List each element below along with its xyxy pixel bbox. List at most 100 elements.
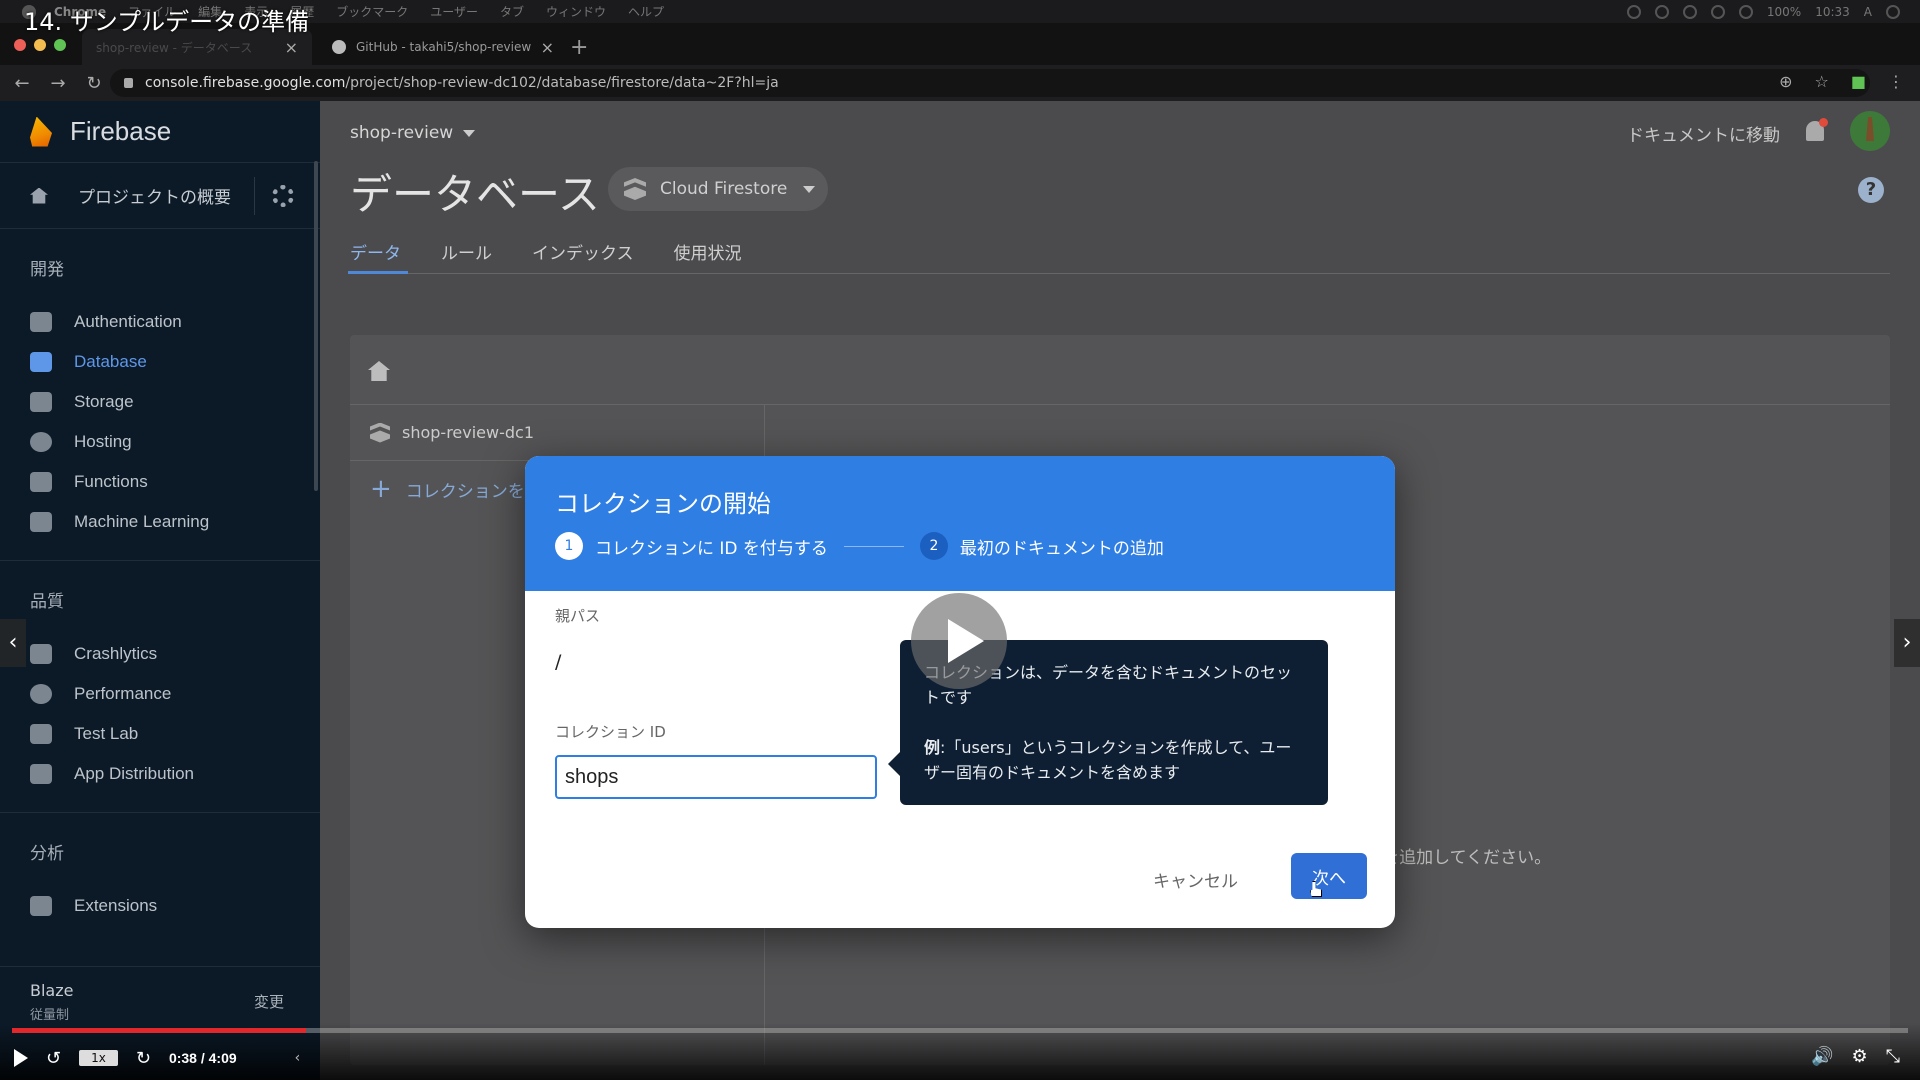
sidebar-item-hosting[interactable]: Hosting <box>0 422 320 462</box>
sidebar-item-crashlytics[interactable]: Crashlytics <box>0 634 320 674</box>
tab-rules[interactable]: ルール <box>441 239 492 264</box>
firebase-sidebar: Firebase プロジェクトの概要 開発 Authentication Dat… <box>0 101 320 1080</box>
next-button[interactable]: 次へ <box>1291 853 1367 899</box>
address-bar-actions: ⊕ ☆ ■ ⋮ <box>1779 72 1904 91</box>
collection-root-label: shop-review-dc1 <box>402 423 535 442</box>
puzzle-icon <box>30 896 52 916</box>
forward-nav-icon[interactable]: → <box>44 73 72 94</box>
sidebar-item-performance[interactable]: Performance <box>0 674 320 714</box>
new-tab-button[interactable]: + <box>570 35 588 60</box>
input-source[interactable]: A <box>1864 5 1872 19</box>
project-overview[interactable]: プロジェクトの概要 <box>0 163 320 229</box>
users-icon <box>30 312 52 332</box>
divider <box>0 812 320 813</box>
tab-data[interactable]: データ <box>350 239 401 264</box>
collection-root-row[interactable]: shop-review-dc1 <box>350 405 764 461</box>
clock[interactable]: 10:33 <box>1815 5 1850 19</box>
tab-usage[interactable]: 使用状況 <box>674 239 742 264</box>
tab-label: GitHub - takahi5/shop-review <box>356 40 532 54</box>
tab-close-icon[interactable]: × <box>541 38 554 57</box>
chevron-right-icon[interactable]: › <box>1894 619 1920 667</box>
back-icon[interactable]: ← <box>8 73 36 94</box>
sidebar-item-database[interactable]: Database <box>0 342 320 382</box>
add-collection-label: コレクションを <box>405 481 525 502</box>
play-icon[interactable] <box>14 1049 28 1067</box>
gear-icon[interactable] <box>272 185 294 207</box>
video-time: 0:38 / 4:09 <box>168 1050 237 1066</box>
tab-close-icon[interactable]: × <box>285 38 298 57</box>
wifi-icon[interactable] <box>1710 4 1725 19</box>
sidebar-item-functions[interactable]: Functions <box>0 462 320 502</box>
project-selector[interactable]: shop-review <box>350 123 476 143</box>
sidebar-item-label: Machine Learning <box>74 512 210 531</box>
menu-item-tab[interactable]: タブ <box>500 3 524 20</box>
rewind-icon[interactable]: ↺ <box>46 1048 61 1069</box>
chevron-left-icon[interactable]: ‹ <box>295 1050 301 1066</box>
chevron-left-icon[interactable]: ‹ <box>0 619 26 667</box>
home-icon[interactable] <box>368 361 390 381</box>
menu-item-window[interactable]: ウィンドウ <box>546 3 606 20</box>
breadcrumb <box>350 335 1890 405</box>
volume-status-icon[interactable] <box>1738 4 1753 19</box>
sidebar-item-label: Performance <box>74 684 172 703</box>
collection-id-input[interactable] <box>555 755 877 799</box>
record-icon[interactable] <box>1626 4 1641 19</box>
step-label: 最初のドキュメントの追加 <box>959 538 1164 559</box>
bookmark-star-icon[interactable]: ☆ <box>1815 72 1829 91</box>
video-progress-bar[interactable] <box>12 1028 1908 1033</box>
cloud-icon[interactable] <box>1654 4 1669 19</box>
sidebar-item-test-lab[interactable]: Test Lab <box>0 714 320 754</box>
sidebar-item-machine-learning[interactable]: Machine Learning <box>0 502 320 542</box>
address-bar[interactable]: console.firebase.google.com /project/sho… <box>110 69 1870 97</box>
sidebar-item-storage[interactable]: Storage <box>0 382 320 422</box>
lock-icon <box>124 78 133 88</box>
database-type-select[interactable]: Cloud Firestore <box>608 167 828 211</box>
playback-speed-button[interactable]: 1x <box>79 1050 118 1066</box>
close-window-icon[interactable] <box>14 39 26 51</box>
menu-item-user[interactable]: ユーザー <box>430 3 478 20</box>
more-menu-icon[interactable]: ⋮ <box>1888 72 1904 91</box>
menu-item-bookmarks[interactable]: ブックマーク <box>336 3 408 20</box>
search-icon[interactable] <box>1886 4 1900 19</box>
tab-github[interactable]: GitHub - takahi5/shop-review × <box>318 29 568 65</box>
sidebar-item-authentication[interactable]: Authentication <box>0 302 320 342</box>
sidebar-item-label: Database <box>74 352 147 371</box>
menu-item-help[interactable]: ヘルプ <box>628 3 664 20</box>
docker-icon[interactable] <box>1682 4 1697 19</box>
tab-indexes[interactable]: インデックス <box>532 239 634 264</box>
change-plan-link[interactable]: 変更 <box>254 991 284 1012</box>
tabs-divider <box>348 273 1890 274</box>
zoom-window-icon[interactable] <box>54 39 66 51</box>
start-collection-dialog: コレクションの開始 1 コレクションに ID を付与する 2 最初のドキュメント… <box>525 456 1395 928</box>
url-host: console.firebase.google.com <box>145 75 346 91</box>
gear-icon[interactable]: ⚙ <box>1851 1046 1867 1067</box>
reload-icon[interactable]: ↻ <box>80 73 108 94</box>
sidebar-header[interactable]: Firebase <box>0 101 320 163</box>
notification-dot <box>1819 118 1828 127</box>
extension-icon[interactable]: ■ <box>1851 72 1866 91</box>
compress-icon[interactable]: ⤡ <box>1886 1046 1900 1067</box>
sidebar-scrollbar[interactable] <box>314 161 318 491</box>
video-play-overlay-icon[interactable] <box>911 593 1007 689</box>
sidebar-item-label: Extensions <box>74 896 158 915</box>
step-number: 2 <box>919 532 948 560</box>
sidebar-item-app-distribution[interactable]: App Distribution <box>0 754 320 794</box>
sidebar-item-extensions[interactable]: Extensions <box>0 886 320 926</box>
firestore-icon <box>370 422 390 443</box>
forward-icon[interactable]: ↻ <box>136 1048 151 1069</box>
avatar[interactable] <box>1850 111 1890 151</box>
address-row: ← → ↻ console.firebase.google.com /proje… <box>0 65 1920 101</box>
sidebar-item-label: Storage <box>74 392 134 411</box>
brand-name: Firebase <box>70 116 172 146</box>
battery-percent[interactable]: 100% <box>1767 5 1801 19</box>
help-icon[interactable]: ? <box>1858 177 1884 203</box>
distribution-icon <box>30 764 52 784</box>
volume-icon[interactable]: 🔊 <box>1811 1046 1833 1067</box>
bell-icon[interactable] <box>1806 118 1828 141</box>
minimize-window-icon[interactable] <box>34 39 46 51</box>
zoom-icon[interactable]: ⊕ <box>1779 72 1792 91</box>
page: Firebase プロジェクトの概要 開発 Authentication Dat… <box>0 101 1920 1080</box>
cancel-button[interactable]: キャンセル <box>1153 867 1238 892</box>
status-area: 100% 10:33 A <box>1626 4 1920 19</box>
go-to-docs-link[interactable]: ドキュメントに移動 <box>1627 121 1780 146</box>
